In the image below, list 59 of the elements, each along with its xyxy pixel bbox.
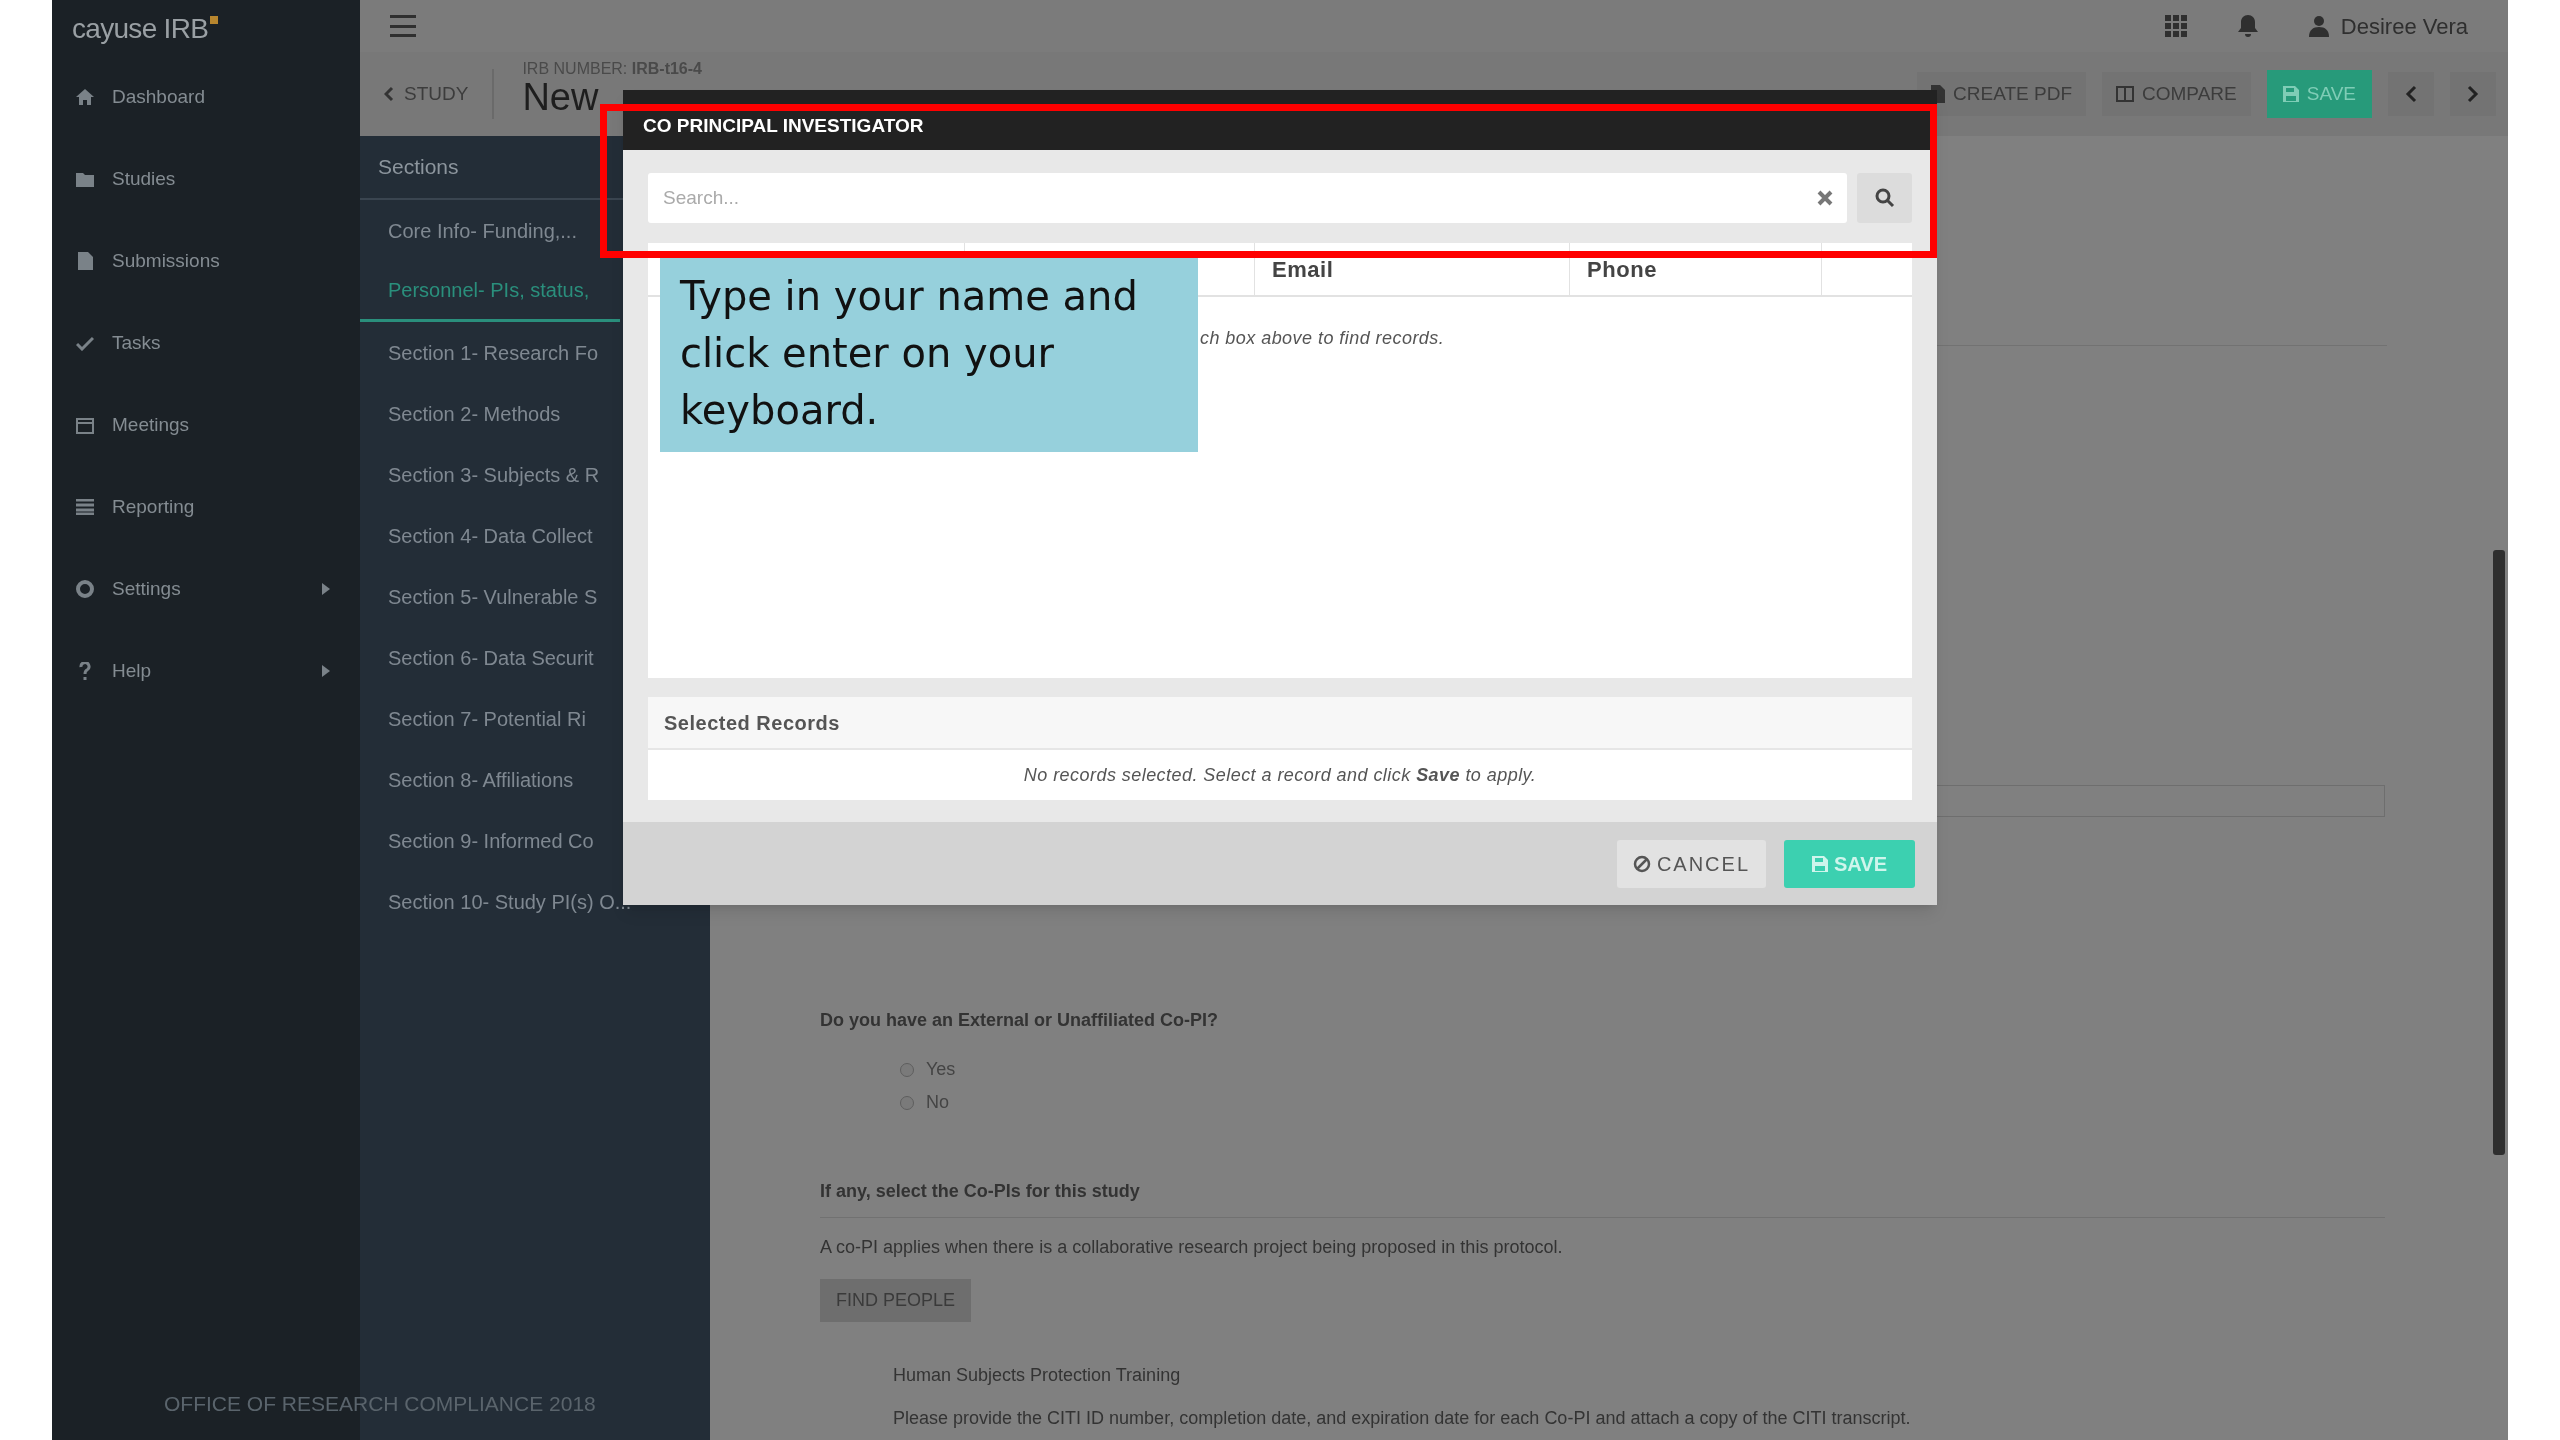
column-header[interactable]: Email [1272,252,1334,286]
sidebar-item[interactable]: Settings [52,548,360,630]
sections-heading: Sections [378,154,459,181]
empty-message: ch box above to find records. [1200,327,1446,350]
radio-label: Yes [926,1058,956,1081]
scrollbar[interactable] [2493,550,2505,1155]
calendar-icon [76,416,94,434]
dialog-title: CO PRINCIPAL INVESTIGATOR [643,116,925,136]
help-text: Please provide the CITI ID number, completion date, and expiration date for each Co-PI and attach a copy of the CITI transcript. [893,1407,1912,1430]
home-icon [76,89,94,105]
sidebar-item[interactable]: Dashboard [52,56,360,138]
sidebar-item[interactable]: Submissions [52,220,360,302]
question-label: Do you have an External or Unaffiliated Co-PI? [820,1009,1220,1032]
cancel-button[interactable]: CANCEL [1616,840,1766,888]
app-logo: cayuse IRB [72,12,209,46]
sidebar-item[interactable]: Studies [52,138,360,220]
column-header[interactable]: Phone [1587,252,1657,286]
search-icon [1874,188,1895,208]
compare-button[interactable]: COMPARE [2102,72,2251,116]
user-name[interactable]: Desiree Vera [2340,9,2468,43]
apps-grid-icon[interactable] [2164,15,2187,37]
columns-icon [2116,86,2135,102]
ban-icon [1632,855,1651,873]
callout-note: Type in your name and click enter on your keyboard. [660,258,1198,452]
radio-button[interactable] [900,1095,914,1110]
caret-icon [322,665,330,677]
user-icon [2308,15,2329,37]
section-item[interactable]: Personnel- PIs, status, [360,261,620,322]
file-icon [77,252,93,270]
logo-mark-icon [210,16,219,24]
radio-button[interactable] [900,1062,914,1077]
study-title: New [522,78,599,116]
radio-label: No [926,1091,949,1114]
list-icon [76,499,94,515]
chevron-left-icon [384,86,394,102]
search-button[interactable] [1857,173,1912,223]
check-icon [76,335,94,351]
help-text: A co-PI applies when there is a collaborative research project being proposed in this protocol. [820,1236,1564,1259]
sidebar-item[interactable]: Help [52,630,360,712]
question-icon [79,662,91,680]
next-button[interactable] [2450,72,2496,116]
chevron-right-icon [2467,85,2479,103]
bell-icon[interactable] [2236,14,2259,38]
caret-icon [322,583,330,595]
selected-records-heading: Selected Records [664,710,840,736]
previous-button[interactable] [2388,72,2434,116]
search-field[interactable]: Search... [648,173,1803,223]
sidebar-item[interactable]: Reporting [52,466,360,548]
clear-button[interactable] [1803,173,1847,223]
close-icon [1815,188,1835,208]
folder-icon [76,171,94,187]
back-button[interactable]: STUDY [374,74,479,114]
section-heading: If any, select the Co-PIs for this study [820,1178,2385,1218]
sidebar-item[interactable]: Meetings [52,384,360,466]
menu-icon[interactable] [390,15,416,37]
chevron-left-icon [2405,85,2417,103]
section-heading: Human Subjects Protection Training [893,1364,1182,1387]
sidebar-item[interactable]: Tasks [52,302,360,384]
no-records-message: No records selected. Select a record and click Save to apply. [1023,763,1537,787]
